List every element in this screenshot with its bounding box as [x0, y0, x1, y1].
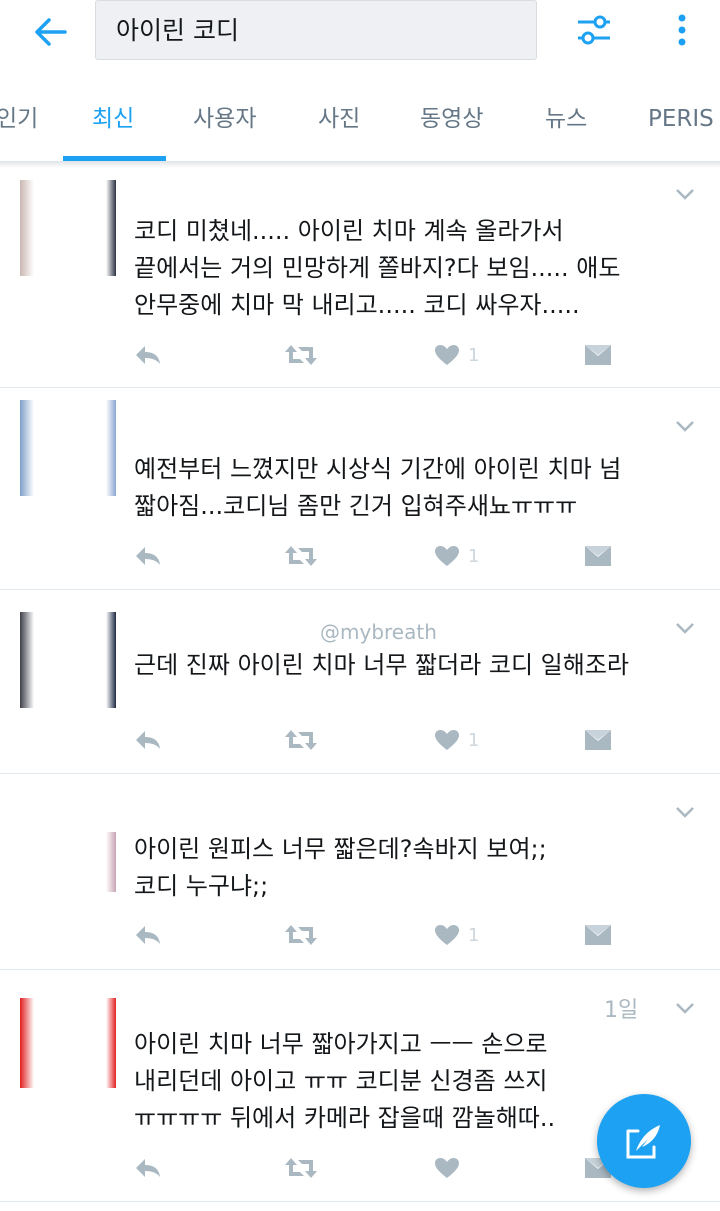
avatar[interactable]: [20, 998, 116, 1088]
heart-icon: [435, 546, 459, 566]
tweet-text: 근데 진짜 아이린 치마 너무 짧더라 코디 일해조라: [134, 651, 630, 679]
tab-periscope[interactable]: PERIS: [648, 78, 714, 162]
tweet-timestamp: 1일: [604, 998, 639, 1023]
compose-tweet-icon: [626, 1125, 660, 1159]
reply-button[interactable]: [134, 1153, 162, 1183]
tweet-item[interactable]: 코디 미쳤네..... 아이린 치마 계속 올라가서 끝에서는 거의 민망하게 …: [0, 168, 720, 388]
avatar[interactable]: [20, 612, 116, 708]
retweet-icon: [285, 546, 317, 566]
tweet-item[interactable]: 아이린 원피스 너무 짧은데?속바지 보여;; 코디 누구냐;; 1: [0, 774, 720, 970]
tweet-text: 코디 미쳤네..... 아이린 치마 계속 올라가서 끝에서는 거의 민망하게 …: [134, 217, 621, 319]
tweet-actions: 1: [134, 920, 634, 950]
search-input[interactable]: 아이린 코디: [95, 0, 537, 60]
tweet-actions: [134, 1153, 634, 1183]
retweet-button[interactable]: [284, 340, 318, 370]
arrow-left-icon: [35, 18, 67, 46]
reply-button[interactable]: [134, 725, 162, 755]
retweet-button[interactable]: [284, 541, 318, 571]
reply-button[interactable]: [134, 340, 162, 370]
like-button[interactable]: 1: [434, 340, 479, 370]
active-tab-indicator: [63, 156, 166, 161]
chevron-down-icon: [676, 1003, 694, 1014]
heart-icon: [435, 345, 459, 365]
reply-icon: [136, 346, 160, 364]
tweet-menu-button[interactable]: [670, 800, 700, 824]
reply-icon: [136, 547, 160, 565]
like-count: 1: [468, 729, 480, 751]
direct-message-button[interactable]: [584, 920, 612, 950]
heart-icon: [435, 730, 459, 750]
retweet-icon: [285, 345, 317, 365]
like-button[interactable]: 1: [434, 920, 479, 950]
direct-message-button[interactable]: [584, 541, 612, 571]
tweet-item[interactable]: @mybreath 근데 진짜 아이린 치마 너무 짧더라 코디 일해조라 1: [0, 590, 720, 774]
tweet-text: 예전부터 느꼈지만 시상식 기간에 아이린 치마 넘 짧아짐...코디님 좀만 …: [134, 455, 622, 520]
tab-videos[interactable]: 동영상: [420, 78, 483, 162]
direct-message-button[interactable]: [584, 340, 612, 370]
reply-icon: [136, 1159, 160, 1177]
like-count: 1: [468, 924, 480, 946]
reply-icon: [136, 926, 160, 944]
like-button[interactable]: [434, 1153, 468, 1183]
like-button[interactable]: 1: [434, 541, 479, 571]
tweet-item[interactable]: 예전부터 느꼈지만 시상식 기간에 아이린 치마 넘 짧아짐...코디님 좀만 …: [0, 388, 720, 590]
compose-tweet-button[interactable]: [597, 1094, 691, 1188]
reply-button[interactable]: [134, 541, 162, 571]
retweet-button[interactable]: [284, 1153, 318, 1183]
avatar[interactable]: [20, 400, 116, 496]
tweet-menu-button[interactable]: [670, 414, 700, 438]
chevron-down-icon: [676, 807, 694, 818]
search-filter-button[interactable]: [572, 10, 616, 50]
tweet-actions: 1: [134, 541, 634, 571]
tweet-header: @mybreath: [320, 620, 437, 644]
search-tabs: 인기 최신 사용자 사진 동영상 뉴스 PERIS: [0, 78, 720, 162]
retweet-icon: [285, 925, 317, 945]
tweet-actions: 1: [134, 340, 634, 370]
tab-top[interactable]: 인기: [0, 78, 38, 162]
tab-latest[interactable]: 최신: [92, 78, 134, 162]
direct-message-button[interactable]: [584, 725, 612, 755]
tweet-menu-button[interactable]: [670, 616, 700, 640]
retweet-button[interactable]: [284, 725, 318, 755]
heart-icon: [435, 1158, 459, 1178]
direct-message-icon: [585, 730, 611, 750]
chevron-down-icon: [676, 189, 694, 200]
tab-news[interactable]: 뉴스: [545, 78, 587, 162]
like-count: 1: [468, 344, 480, 366]
chevron-down-icon: [676, 421, 694, 432]
tab-photos[interactable]: 사진: [318, 78, 360, 162]
retweet-icon: [285, 1158, 317, 1178]
more-vertical-icon: [678, 14, 686, 46]
direct-message-icon: [585, 925, 611, 945]
back-button[interactable]: [28, 12, 72, 52]
tweet-text: 아이린 원피스 너무 짧은데?속바지 보여;; 코디 누구냐;;: [134, 835, 547, 900]
more-options-button[interactable]: [664, 10, 700, 50]
reply-icon: [136, 731, 160, 749]
like-button[interactable]: 1: [434, 725, 479, 755]
reply-button[interactable]: [134, 920, 162, 950]
tweet-menu-button[interactable]: [670, 182, 700, 206]
chevron-down-icon: [676, 623, 694, 634]
like-count: 1: [468, 545, 480, 567]
avatar[interactable]: [20, 180, 116, 276]
direct-message-icon: [585, 546, 611, 566]
avatar[interactable]: [20, 832, 116, 892]
tab-people[interactable]: 사용자: [193, 78, 256, 162]
tweet-menu-button[interactable]: [670, 996, 700, 1020]
retweet-icon: [285, 730, 317, 750]
retweet-button[interactable]: [284, 920, 318, 950]
sliders-icon: [578, 15, 610, 45]
direct-message-icon: [585, 345, 611, 365]
top-bar: 아이린 코디: [0, 0, 720, 78]
heart-icon: [435, 925, 459, 945]
tweet-actions: 1: [134, 725, 634, 755]
